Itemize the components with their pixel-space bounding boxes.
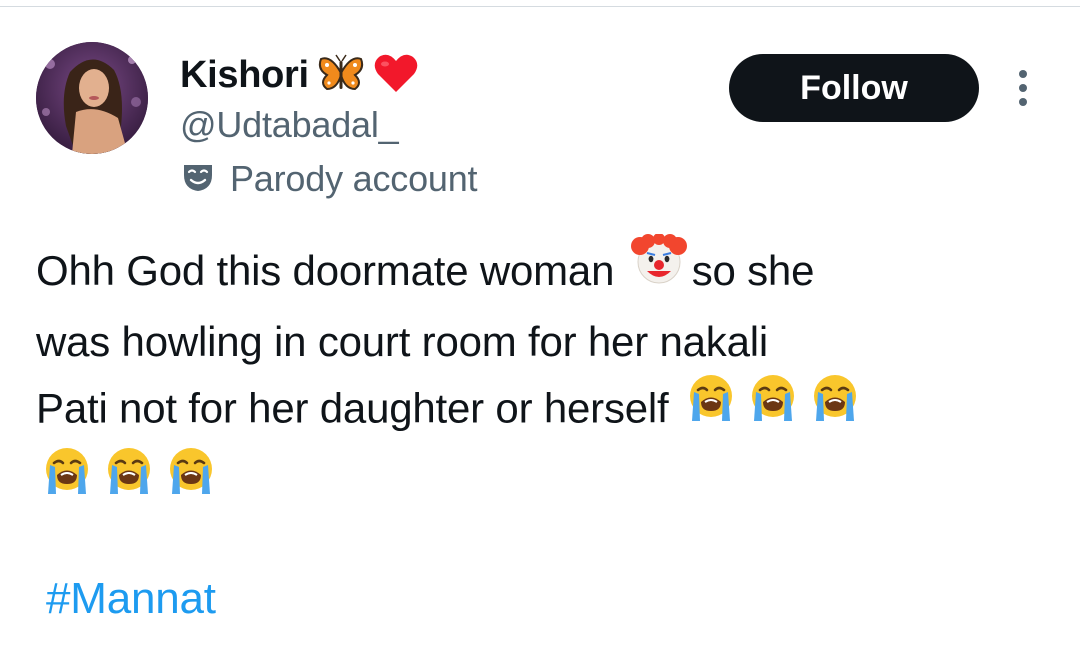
tweet-text-segment: Ohh God this doormate woman <box>36 247 626 294</box>
loudly-crying-face-emoji <box>38 444 96 517</box>
loudly-crying-face-emoji <box>162 444 220 517</box>
tweet-card: Kishori @Udtabadal_ Parody account Follo… <box>0 0 1080 654</box>
parody-label-row: Parody account <box>180 158 478 200</box>
handle[interactable]: @Udtabadal_ <box>180 104 399 146</box>
clown-face-emoji <box>628 233 690 305</box>
display-name[interactable]: Kishori <box>180 54 309 97</box>
tweet-text-segment: Pati not for her daughter or herself <box>36 385 680 432</box>
hashtag-link[interactable]: #Mannat <box>46 574 216 624</box>
red-heart-emoji <box>373 52 419 99</box>
avatar[interactable] <box>36 42 148 154</box>
tweet-text-segment: so she <box>691 247 815 294</box>
parody-mask-icon <box>180 161 216 198</box>
loudly-crying-face-emoji <box>100 444 158 517</box>
tweet-text-segment: was howling in court room for her nakali <box>36 318 769 366</box>
display-name-row[interactable]: Kishori <box>180 50 419 100</box>
loudly-crying-face-emoji <box>806 371 864 444</box>
tweet-text: Ohh God this doormate woman so she was h… <box>36 233 1046 521</box>
butterfly-emoji <box>317 53 365 98</box>
parody-label: Parody account <box>230 158 478 199</box>
loudly-crying-face-emoji <box>744 371 802 444</box>
more-vertical-icon[interactable] <box>1006 66 1040 110</box>
loudly-crying-face-emoji <box>682 371 740 444</box>
follow-button[interactable]: Follow <box>729 54 979 122</box>
